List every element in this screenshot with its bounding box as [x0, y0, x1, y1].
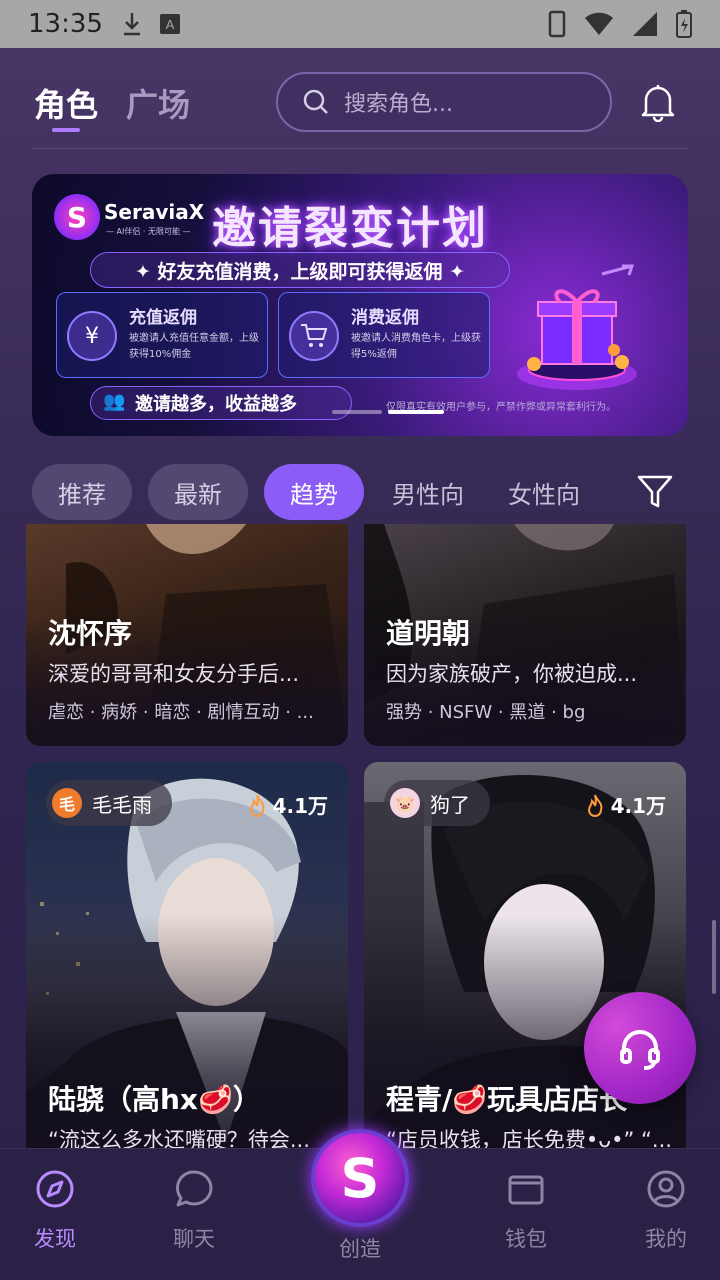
character-tags: 虐恋 · 病娇 · 暗恋 · 剧情互动 · ...: [48, 702, 314, 723]
character-name: 沈怀序: [48, 617, 133, 650]
nav-label: 我的: [645, 1227, 687, 1251]
chat-bubble-icon: [176, 1170, 213, 1207]
active-tab-indicator: [52, 128, 80, 132]
filter-trending[interactable]: 趋势: [264, 464, 364, 520]
character-name: 陆骁（高hx🥩）: [48, 1083, 261, 1116]
author-avatar: 毛: [52, 788, 82, 818]
recharge-commission-card: ¥ 充值返佣 被邀请人充值任意金额，上级获得10%佣金: [56, 292, 268, 378]
tab-characters[interactable]: 角色: [34, 80, 98, 126]
search-placeholder: 搜索角色...: [344, 92, 453, 117]
category-filters: 推荐 最新 趋势 男性向 女性向: [0, 464, 720, 520]
author-chip[interactable]: 🐷 狗了: [384, 780, 490, 826]
filter-female-oriented[interactable]: 女性向: [494, 464, 594, 520]
banner-logo-sub: — AI伴侣 · 无限可能 —: [106, 227, 191, 236]
cart-icon: [289, 311, 339, 361]
compass-icon: [36, 1170, 74, 1208]
carousel-indicator: [332, 410, 444, 414]
bottom-navigation: 发现 聊天 S 创造 钱包 我的: [0, 1129, 720, 1280]
nav-label: 发现: [34, 1227, 76, 1251]
filter-male-oriented[interactable]: 男性向: [378, 464, 478, 520]
profile-icon: [647, 1170, 685, 1208]
wifi-icon: [585, 12, 613, 35]
create-logo-button[interactable]: S: [311, 1129, 409, 1227]
nav-label: 聊天: [173, 1227, 215, 1251]
filter-funnel-icon[interactable]: [636, 474, 674, 510]
nav-chat[interactable]: 聊天: [139, 1169, 249, 1253]
promo-banner[interactable]: S SeraviaX — AI伴侣 · 无限可能 — 邀请裂变计划 ✦ 好友充值…: [32, 174, 688, 436]
nav-me[interactable]: 我的: [611, 1169, 720, 1253]
status-bar: 13:35 A: [0, 0, 720, 48]
banner-bottom-slogan: 👥 邀请越多，收益越多: [90, 386, 352, 420]
keyboard-a-icon: A: [159, 14, 180, 34]
svg-text:A: A: [166, 17, 175, 32]
search-icon: [303, 89, 328, 114]
popularity-count: 4.1万: [247, 790, 328, 819]
promo-card-desc: 被邀请人消费角色卡，上级获得5%返佣: [351, 333, 481, 360]
character-card[interactable]: 毛 毛毛雨 4.1万 陆骁（高hx🥩） “流这么多水还嘴硬？待会...: [26, 762, 348, 1148]
carousel-dot: [332, 410, 382, 414]
banner-logo-text: SeraviaX: [104, 200, 205, 224]
author-avatar: 🐷: [390, 788, 420, 818]
nav-discover[interactable]: 发现: [0, 1169, 110, 1253]
seraviax-logo: S: [54, 194, 100, 240]
nav-label: 钱包: [505, 1227, 547, 1251]
people-icon: 👥: [103, 391, 126, 412]
signal-icon: [633, 12, 657, 36]
character-name: 道明朝: [386, 617, 471, 650]
character-desc: “店员收钱，店长免费•ᴗ•” “...: [386, 1128, 672, 1148]
top-header: 角色 广场 搜索角色...: [0, 70, 720, 140]
phone-icon: [548, 10, 566, 38]
filter-latest[interactable]: 最新: [148, 464, 248, 520]
carousel-dot-active: [388, 410, 444, 414]
character-tags: 强势 · NSFW · 黑道 · bg: [386, 702, 586, 723]
character-card[interactable]: 道明朝 因为家族破产，你被迫成... 强势 · NSFW · 黑道 · bg: [364, 524, 686, 746]
promo-card-title: 充值返佣: [129, 308, 197, 328]
character-desc: “流这么多水还嘴硬？待会...: [48, 1128, 310, 1148]
promo-card-title: 消费返佣: [351, 308, 419, 328]
character-card[interactable]: 沈怀序 深爱的哥哥和女友分手后... 虐恋 · 病娇 · 暗恋 · 剧情互动 ·…: [26, 524, 348, 746]
headset-icon: [620, 1030, 660, 1070]
character-desc: 因为家族破产，你被迫成...: [386, 662, 638, 686]
battery-charging-icon: [676, 10, 692, 38]
author-name: 狗了: [430, 792, 470, 817]
wallet-icon: ¥: [67, 311, 117, 361]
banner-subtitle: ✦ 好友充值消费，上级即可获得返佣 ✦: [90, 252, 510, 288]
nav-label: 创造: [339, 1237, 381, 1261]
tab-plaza[interactable]: 广场: [126, 80, 190, 126]
promo-card-desc: 被邀请人充值任意金额，上级获得10%佣金: [129, 333, 259, 360]
filter-recommend[interactable]: 推荐: [32, 464, 132, 520]
nav-create[interactable]: S 创造: [305, 1129, 415, 1263]
status-time: 13:35: [28, 9, 103, 39]
header-divider: [32, 148, 688, 149]
author-name: 毛毛雨: [92, 792, 152, 817]
author-chip[interactable]: 毛 毛毛雨: [46, 780, 172, 826]
character-name: 程青/🥩玩具店店长: [386, 1083, 628, 1116]
download-icon: [123, 13, 140, 36]
popularity-count: 4.1万: [585, 790, 666, 819]
banner-bottom-text: 邀请越多，收益越多: [135, 394, 297, 415]
character-desc: 深爱的哥哥和女友分手后...: [48, 662, 300, 686]
nav-wallet[interactable]: 钱包: [471, 1169, 581, 1253]
bell-icon[interactable]: [640, 82, 676, 122]
wallet-icon: [508, 1175, 544, 1205]
search-input[interactable]: 搜索角色...: [276, 72, 612, 132]
banner-title: 邀请裂变计划: [212, 203, 488, 254]
customer-support-button[interactable]: [584, 992, 696, 1104]
flame-icon: [249, 794, 264, 817]
heat-value: 4.1万: [610, 794, 666, 818]
gift-box-icon: [517, 264, 637, 390]
scrollbar[interactable]: [712, 920, 716, 994]
flame-icon: [587, 794, 602, 817]
heat-value: 4.1万: [272, 794, 328, 818]
spend-commission-card: 消费返佣 被邀请人消费角色卡，上级获得5%返佣: [278, 292, 490, 378]
